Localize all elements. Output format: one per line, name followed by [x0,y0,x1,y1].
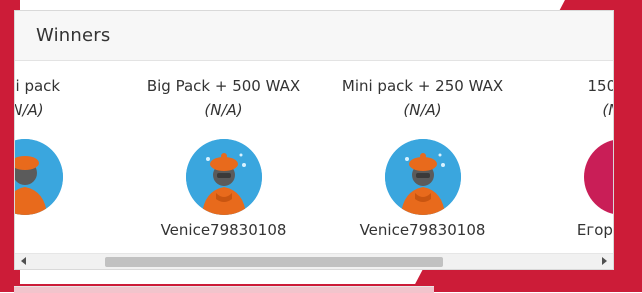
winners-track: Mini pack (N/A) Big Pack + 500 WAX (N/A) [15,61,613,239]
winner-card: Mini pack + 250 WAX (N/A) Venice79830108 [323,61,522,239]
prize-status: (N/A) [15,101,44,119]
panel-header: Winners [15,11,613,61]
winner-name[interactable]: Егор Никур [577,221,613,239]
winner-card: Big Pack + 500 WAX (N/A) Venice79830108 [124,61,323,239]
user-photo-icon [384,139,461,215]
winner-card: Mini pack (N/A) [15,61,124,239]
prize-label: Mini pack + 250 WAX [341,77,504,95]
avatar[interactable] [15,139,63,215]
prize-status: (N/A) [204,101,243,119]
avatar[interactable] [384,139,461,215]
prize-label: 150 WAX [587,77,613,95]
winner-name[interactable]: Venice79830108 [161,221,287,239]
winners-panel: Winners Mini pack (N/A) Big Pack + 500 W [14,10,614,270]
horizontal-scrollbar[interactable] [15,253,613,269]
prize-status: (N/A) [602,101,613,119]
scroll-right-icon[interactable] [602,257,607,265]
user-photo-icon [15,139,63,215]
winners-carousel[interactable]: Mini pack (N/A) Big Pack + 500 WAX (N/A) [15,61,613,253]
scroll-left-icon[interactable] [21,257,26,265]
avatar-letter: E [609,155,613,199]
prize-label: Big Pack + 500 WAX [146,77,301,95]
panel-title: Winners [36,25,111,46]
prize-label: Mini pack [15,77,61,95]
winner-name[interactable]: Venice79830108 [360,221,486,239]
scroll-thumb[interactable] [105,257,443,267]
prize-status: (N/A) [403,101,442,119]
avatar[interactable]: E [583,139,613,215]
winner-card: 150 WAX (N/A) E Егор Никур [522,61,613,239]
avatar[interactable] [185,139,262,215]
user-photo-icon [185,139,262,215]
